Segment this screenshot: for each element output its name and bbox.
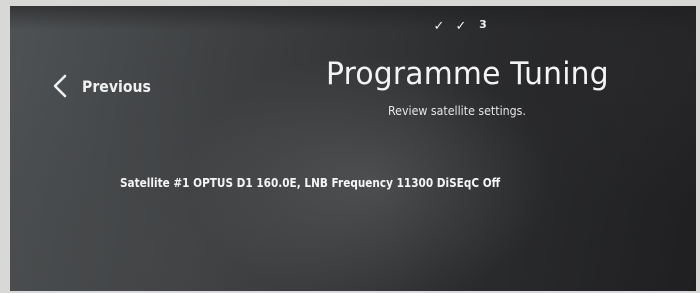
step-2-done-icon: ✓ <box>455 19 467 34</box>
previous-button[interactable]: Previous <box>48 73 160 99</box>
previous-label: Previous <box>82 76 151 96</box>
step-1-done-icon: ✓ <box>433 19 445 34</box>
step-indicator: ✓ ✓ 3 <box>428 18 494 34</box>
page-subtitle: Review satellite settings. <box>388 104 526 118</box>
satellite-settings-text: Satellite #1 OPTUS D1 160.0E, LNB Freque… <box>120 175 501 190</box>
step-3-current: 3 <box>479 18 487 31</box>
page-title: Programme Tuning <box>326 56 609 92</box>
chevron-left-icon <box>53 74 67 98</box>
tv-screen: ✓ ✓ 3 Previous Programme Tuning Review s… <box>10 6 696 291</box>
screen-top-band <box>10 6 696 30</box>
